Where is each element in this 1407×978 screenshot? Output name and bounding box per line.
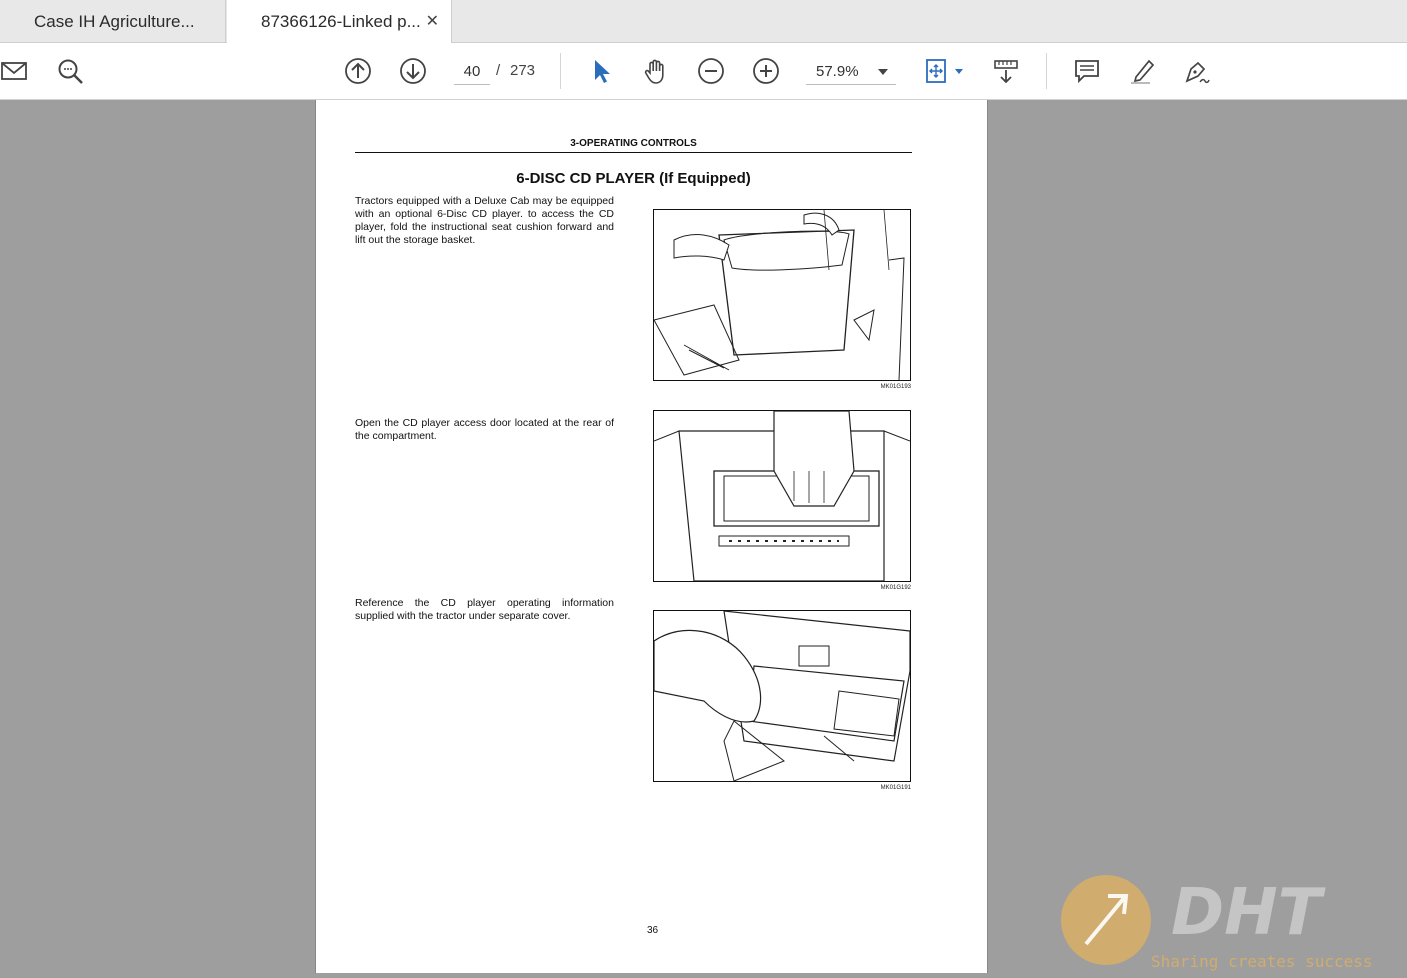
page-number: 36 <box>646 925 659 936</box>
document-page: 3-OPERATING CONTROLS 6-DISC CD PLAYER (I… <box>315 100 988 973</box>
paragraph-3: Reference the CD player operating inform… <box>355 597 614 622</box>
tab-case-ih[interactable]: Case IH Agriculture... <box>0 0 226 43</box>
zoom-in-icon[interactable] <box>750 55 782 87</box>
hand-tool-icon[interactable] <box>640 55 672 87</box>
page-number-input[interactable]: 40 <box>454 58 490 85</box>
fit-page-icon[interactable] <box>920 55 952 87</box>
figure-cd-player <box>653 610 911 782</box>
highlight-icon[interactable] <box>1126 55 1158 87</box>
total-pages: 273 <box>510 62 536 79</box>
mail-icon[interactable] <box>0 55 30 87</box>
paragraph-2: Open the CD player access door located a… <box>355 417 614 442</box>
figure-caption: MK01G193 <box>880 384 911 390</box>
watermark-logo: DHT Sharing creates success <box>1058 872 1407 973</box>
section-header: 3-OPERATING CONTROLS <box>355 138 912 153</box>
tab-label: 87366126-Linked p... <box>261 12 421 31</box>
tab-bar: Case IH Agriculture... 87366126-Linked p… <box>0 0 1407 44</box>
toolbar: 40 / 273 57.9% <box>0 43 1407 100</box>
sign-icon[interactable] <box>1181 55 1213 87</box>
comment-icon[interactable] <box>1071 55 1103 87</box>
select-cursor-icon[interactable] <box>585 55 617 87</box>
zoom-out-icon[interactable] <box>695 55 727 87</box>
figure-storage-basket <box>653 209 911 381</box>
tab-linked-pdf[interactable]: 87366126-Linked p... ✕ <box>227 0 452 44</box>
watermark-brand: DHT <box>1171 876 1326 950</box>
close-icon[interactable]: ✕ <box>426 11 439 31</box>
page-down-icon[interactable] <box>397 55 429 87</box>
watermark-tagline: Sharing creates success <box>1151 952 1373 971</box>
fit-page-dropdown-icon[interactable] <box>955 69 963 74</box>
page-title: 6-DISC CD PLAYER (If Equipped) <box>516 170 751 187</box>
paragraph-1: Tractors equipped with a Deluxe Cab may … <box>355 195 614 246</box>
zoom-value: 57.9% <box>816 63 859 80</box>
toolbar-divider <box>560 53 561 89</box>
toolbar-divider <box>1046 53 1047 89</box>
scroll-mode-icon[interactable] <box>990 55 1022 87</box>
page-up-icon[interactable] <box>342 55 374 87</box>
page-separator: / <box>496 62 501 79</box>
tab-label: Case IH Agriculture... <box>34 11 195 31</box>
figure-caption: MK01G191 <box>880 785 911 791</box>
figure-caption: MK01G192 <box>880 585 911 591</box>
figure-access-door <box>653 410 911 582</box>
search-icon[interactable] <box>54 55 86 87</box>
zoom-select[interactable]: 57.9% <box>806 58 896 85</box>
chevron-down-icon <box>878 69 888 75</box>
